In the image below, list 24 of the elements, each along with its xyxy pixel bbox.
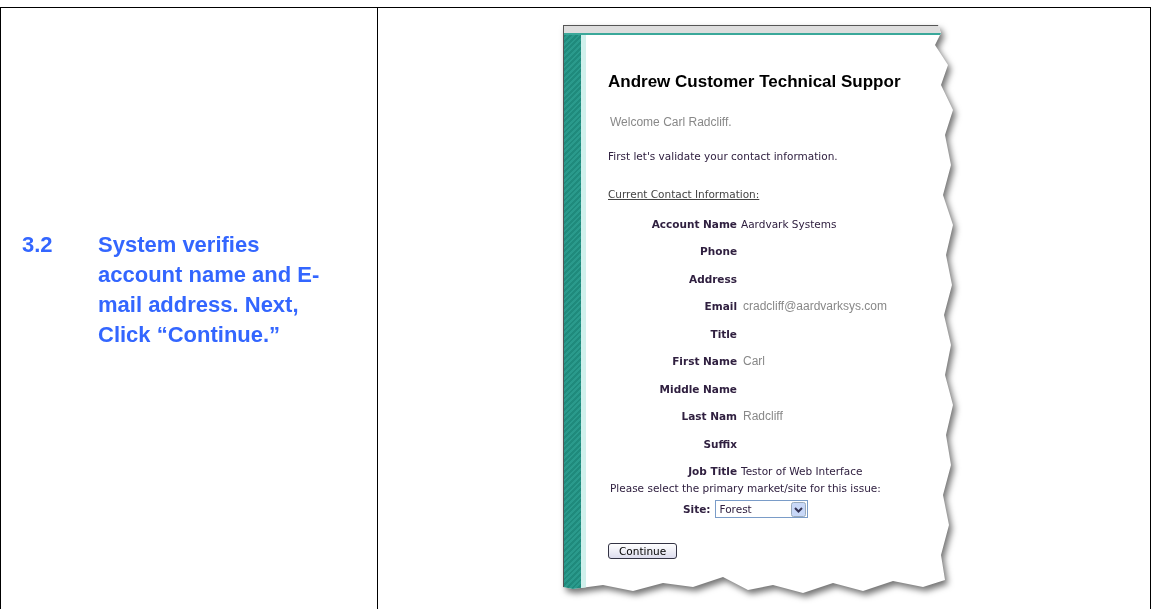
field-value: Carl [743,354,765,369]
step-number: 3.2 [21,231,54,259]
page-title: Andrew Customer Technical Suppor [608,72,901,92]
site-dropdown[interactable]: Forest [714,500,808,518]
field-label: Phone [699,245,737,258]
field-label: Email [703,300,737,313]
field-label: Suffix [702,437,737,450]
section-heading: Current Contact Information: [608,188,760,200]
field-label: First Name [671,355,737,368]
field-label: Title [709,327,737,340]
field-value: Radcliff [743,409,783,424]
field-label: Account Name [650,217,737,230]
continue-button[interactable]: Continue [608,543,678,559]
welcome-text: Welcome Carl Radcliff. [609,115,733,129]
intro-text: First let's validate your contact information. [608,150,839,162]
field-label: Address [688,272,737,285]
field-value: Aardvark Systems [741,217,837,230]
field-label: Middle Name [658,382,737,395]
field-value: Testor of Web Interface [741,465,863,478]
field-label: Last Nam [680,410,737,423]
site-prompt: Please select the primary market/site for this issue: [609,482,882,494]
field-label: Job Title [686,465,737,478]
step-instruction: System verifies account name and E-mail address. Next, Click “Continue.” [98,231,321,349]
site-label: Site: [683,503,711,515]
